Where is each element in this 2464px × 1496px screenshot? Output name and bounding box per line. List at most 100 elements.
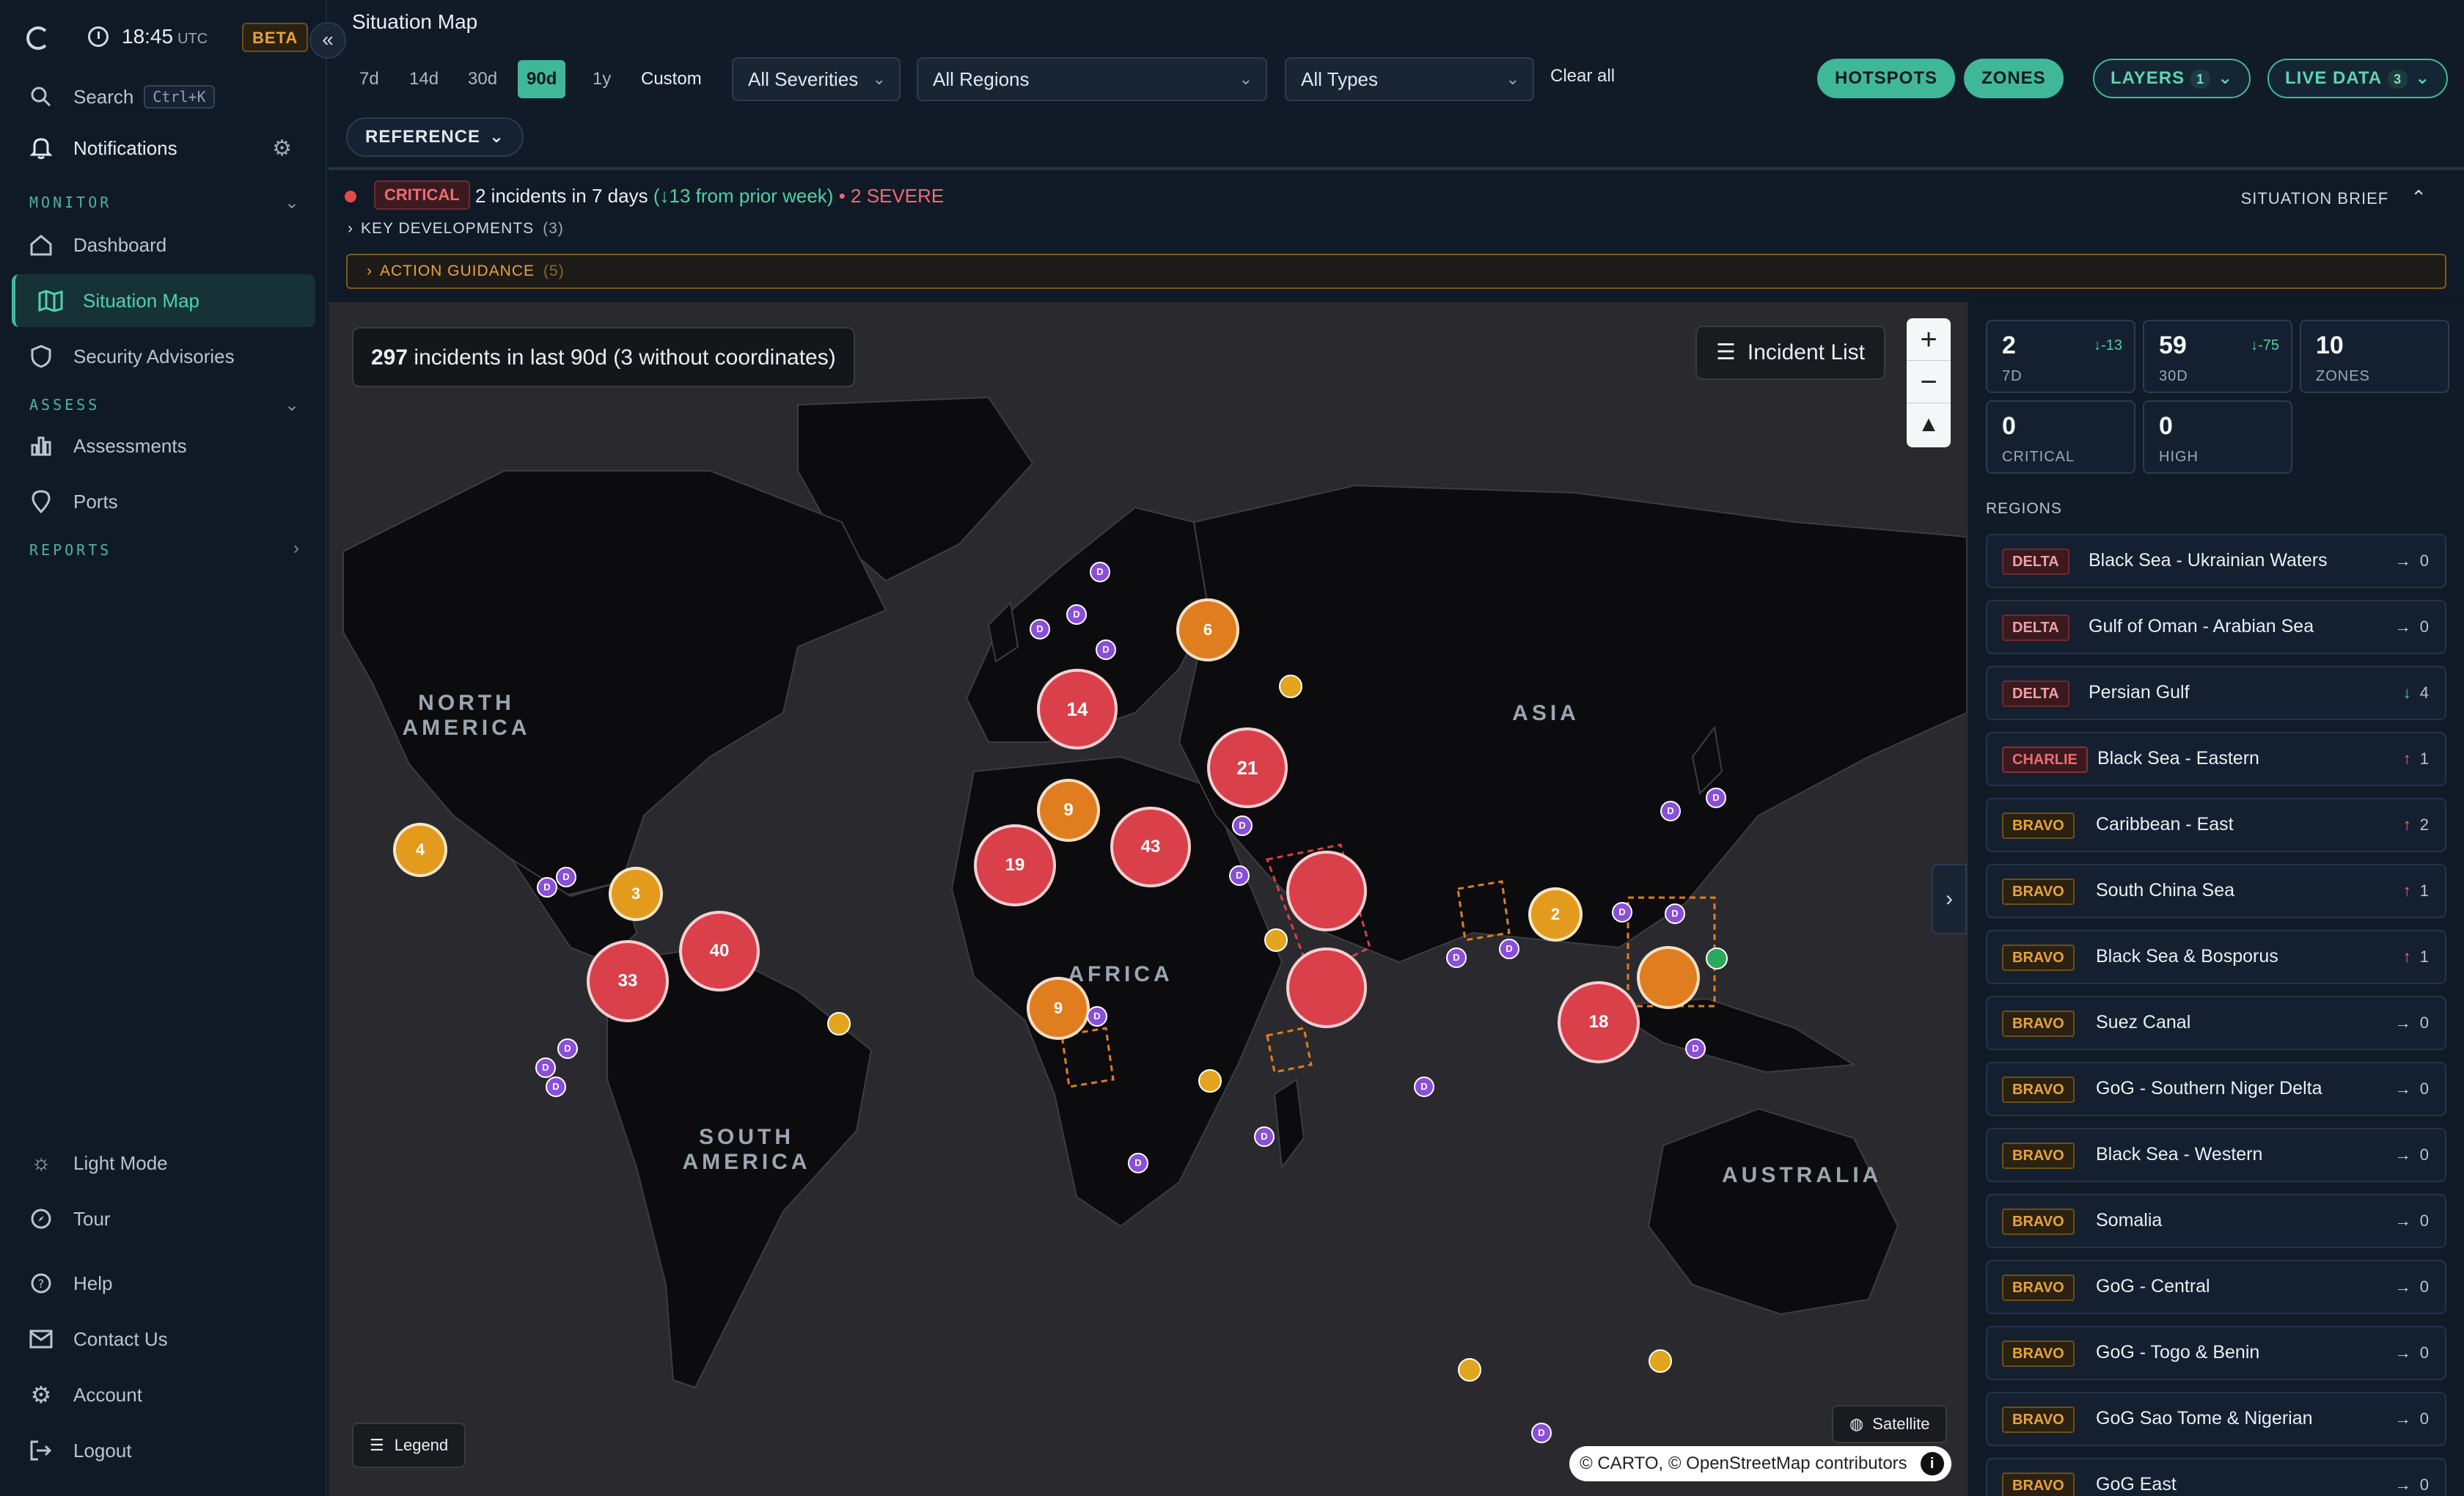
incident-cluster[interactable]: 14 xyxy=(1037,669,1118,749)
range-14d[interactable]: 14d xyxy=(400,60,447,98)
region-row[interactable]: BRAVO Black Sea - Western → 0 xyxy=(1986,1128,2446,1182)
sidebar-item-light-mode[interactable]: ☼ Light Mode xyxy=(12,1137,315,1189)
range-90d[interactable]: 90d xyxy=(518,60,566,98)
incident-marker[interactable]: D xyxy=(1254,1126,1275,1147)
collapse-sidebar-button[interactable]: « xyxy=(309,22,346,59)
advisory-marker[interactable] xyxy=(1198,1069,1222,1093)
incident-marker[interactable]: D xyxy=(535,1057,556,1078)
clear-all-button[interactable]: Clear all xyxy=(1550,66,1615,87)
region-row[interactable]: BRAVO Caribbean - East ↑ 2 xyxy=(1986,798,2446,852)
severity-select[interactable]: All Severities ⌄ xyxy=(732,57,901,101)
incident-cluster-hotspot[interactable] xyxy=(1286,851,1367,931)
sidebar-item-contact[interactable]: Contact Us xyxy=(12,1313,315,1365)
compass-reset-button[interactable]: ▲ xyxy=(1907,403,1951,446)
incident-marker[interactable]: D xyxy=(1128,1153,1148,1173)
incident-cluster[interactable]: 9 xyxy=(1027,977,1090,1040)
chevron-right-icon[interactable]: › xyxy=(293,538,299,559)
section-assess[interactable]: ASSESS xyxy=(29,396,100,414)
action-guidance-toggle[interactable]: › ACTION GUIDANCE (5) xyxy=(346,254,2446,289)
hotspots-toggle[interactable]: HOTSPOTS xyxy=(1817,59,1956,98)
advisory-marker[interactable] xyxy=(827,1012,851,1035)
incident-cluster-hotspot[interactable] xyxy=(1286,947,1367,1028)
range-custom[interactable]: Custom xyxy=(632,60,711,98)
region-row[interactable]: BRAVO Black Sea & Bosporus ↑ 1 xyxy=(1986,930,2446,984)
expand-panel-button[interactable]: › xyxy=(1932,864,1967,934)
advisory-marker[interactable] xyxy=(1264,928,1288,952)
key-developments-toggle[interactable]: › KEY DEVELOPMENTS (3) xyxy=(348,220,564,238)
live-data-dropdown[interactable]: LIVE DATA 3 ⌄ xyxy=(2267,59,2449,98)
incident-cluster[interactable]: 3 xyxy=(609,867,663,921)
incident-list-button[interactable]: ☰ Incident List xyxy=(1695,326,1885,380)
advisory-marker[interactable] xyxy=(1279,675,1302,698)
chevron-down-icon[interactable]: ⌄ xyxy=(285,395,299,416)
incident-marker[interactable]: D xyxy=(1232,815,1253,836)
incident-cluster[interactable]: 40 xyxy=(679,911,760,991)
type-select[interactable]: All Types ⌄ xyxy=(1285,57,1534,101)
incident-marker[interactable]: D xyxy=(1446,947,1467,968)
sidebar-item-tour[interactable]: Tour xyxy=(12,1192,315,1245)
sidebar-item-logout[interactable]: Logout xyxy=(12,1424,315,1477)
advisory-marker[interactable] xyxy=(1649,1349,1672,1373)
zoom-out-button[interactable]: − xyxy=(1907,361,1951,403)
incident-marker[interactable]: D xyxy=(1612,902,1632,923)
layers-dropdown[interactable]: LAYERS 1 ⌄ xyxy=(2093,59,2251,98)
region-row[interactable]: BRAVO South China Sea ↑ 1 xyxy=(1986,864,2446,918)
info-icon[interactable]: i xyxy=(1920,1452,1944,1475)
sidebar-item-dashboard[interactable]: Dashboard xyxy=(12,219,315,271)
stat-zones[interactable]: 10 ZONES xyxy=(2300,320,2449,393)
incident-marker[interactable]: D xyxy=(1030,619,1050,639)
incident-cluster[interactable]: 6 xyxy=(1176,598,1239,661)
sidebar-item-account[interactable]: ⚙ Account xyxy=(12,1368,315,1421)
sidebar-item-ports[interactable]: Ports xyxy=(12,475,315,528)
region-row[interactable]: BRAVO GoG - Togo & Benin → 0 xyxy=(1986,1326,2446,1380)
range-7d[interactable]: 7d xyxy=(351,60,388,98)
incident-cluster[interactable]: 43 xyxy=(1110,807,1191,887)
legend-button[interactable]: ☰ Legend xyxy=(352,1423,466,1468)
incident-cluster[interactable]: 21 xyxy=(1207,727,1288,808)
map-canvas[interactable]: NORTH AMERICA SOUTH AMERICA AFRICA ASIA … xyxy=(329,302,1967,1496)
incident-marker[interactable]: D xyxy=(556,867,576,887)
region-row[interactable]: BRAVO Somalia → 0 xyxy=(1986,1194,2446,1248)
advisory-marker[interactable] xyxy=(1458,1358,1481,1382)
incident-marker[interactable]: D xyxy=(1685,1038,1706,1059)
incident-marker[interactable]: D xyxy=(1066,604,1087,625)
zoom-in-button[interactable]: + xyxy=(1907,318,1951,361)
incident-marker[interactable]: D xyxy=(1096,639,1116,660)
incident-marker[interactable]: D xyxy=(546,1077,566,1097)
region-row[interactable]: DELTA Gulf of Oman - Arabian Sea → 0 xyxy=(1986,600,2446,654)
incident-marker[interactable]: D xyxy=(1414,1077,1434,1097)
incident-cluster[interactable]: 33 xyxy=(587,940,669,1022)
incident-marker[interactable]: D xyxy=(1665,903,1685,924)
incident-cluster-hotspot[interactable] xyxy=(1637,946,1700,1009)
stat-7d[interactable]: 2 ↓-13 7D xyxy=(1986,320,2135,393)
sidebar-item-security-advisories[interactable]: Security Advisories xyxy=(12,330,315,383)
incident-marker[interactable]: D xyxy=(1087,1006,1107,1027)
sidebar-notifications[interactable]: Notifications ⚙ xyxy=(12,122,315,175)
stat-30d[interactable]: 59 ↓-75 30D xyxy=(2143,320,2292,393)
resolved-marker[interactable] xyxy=(1706,947,1728,969)
chevron-down-icon[interactable]: ⌄ xyxy=(285,192,299,213)
incident-cluster[interactable]: 18 xyxy=(1558,981,1640,1063)
incident-marker[interactable]: D xyxy=(1706,788,1726,808)
region-row[interactable]: BRAVO GoG East → 0 xyxy=(1986,1458,2446,1496)
incident-marker[interactable]: D xyxy=(1531,1423,1552,1443)
incident-cluster[interactable]: 9 xyxy=(1037,779,1100,842)
stat-high[interactable]: 0 HIGH xyxy=(2143,400,2292,474)
sidebar-item-situation-map[interactable]: Situation Map xyxy=(12,274,315,327)
incident-cluster[interactable]: 19 xyxy=(974,824,1056,906)
sidebar-item-assessments[interactable]: Assessments xyxy=(12,419,315,472)
incident-marker[interactable]: D xyxy=(1499,939,1519,959)
incident-marker[interactable]: D xyxy=(557,1038,578,1059)
situation-brief-toggle[interactable]: SITUATION BRIEF ⌃ xyxy=(2241,186,2427,209)
zones-toggle[interactable]: ZONES xyxy=(1964,59,2064,98)
region-row[interactable]: CHARLIE Black Sea - Eastern ↑ 1 xyxy=(1986,732,2446,786)
region-row[interactable]: BRAVO Suez Canal → 0 xyxy=(1986,996,2446,1050)
region-row[interactable]: BRAVO GoG - Central → 0 xyxy=(1986,1260,2446,1314)
satellite-toggle[interactable]: ◍ Satellite xyxy=(1832,1405,1948,1443)
section-reports[interactable]: REPORTS xyxy=(29,541,111,559)
incident-cluster[interactable]: 2 xyxy=(1528,887,1583,942)
region-row[interactable]: DELTA Black Sea - Ukrainian Waters → 0 xyxy=(1986,534,2446,588)
region-row[interactable]: BRAVO GoG Sao Tome & Nigerian → 0 xyxy=(1986,1392,2446,1446)
sidebar-item-help[interactable]: ? Help xyxy=(12,1257,315,1310)
incident-cluster[interactable]: 4 xyxy=(393,823,447,877)
